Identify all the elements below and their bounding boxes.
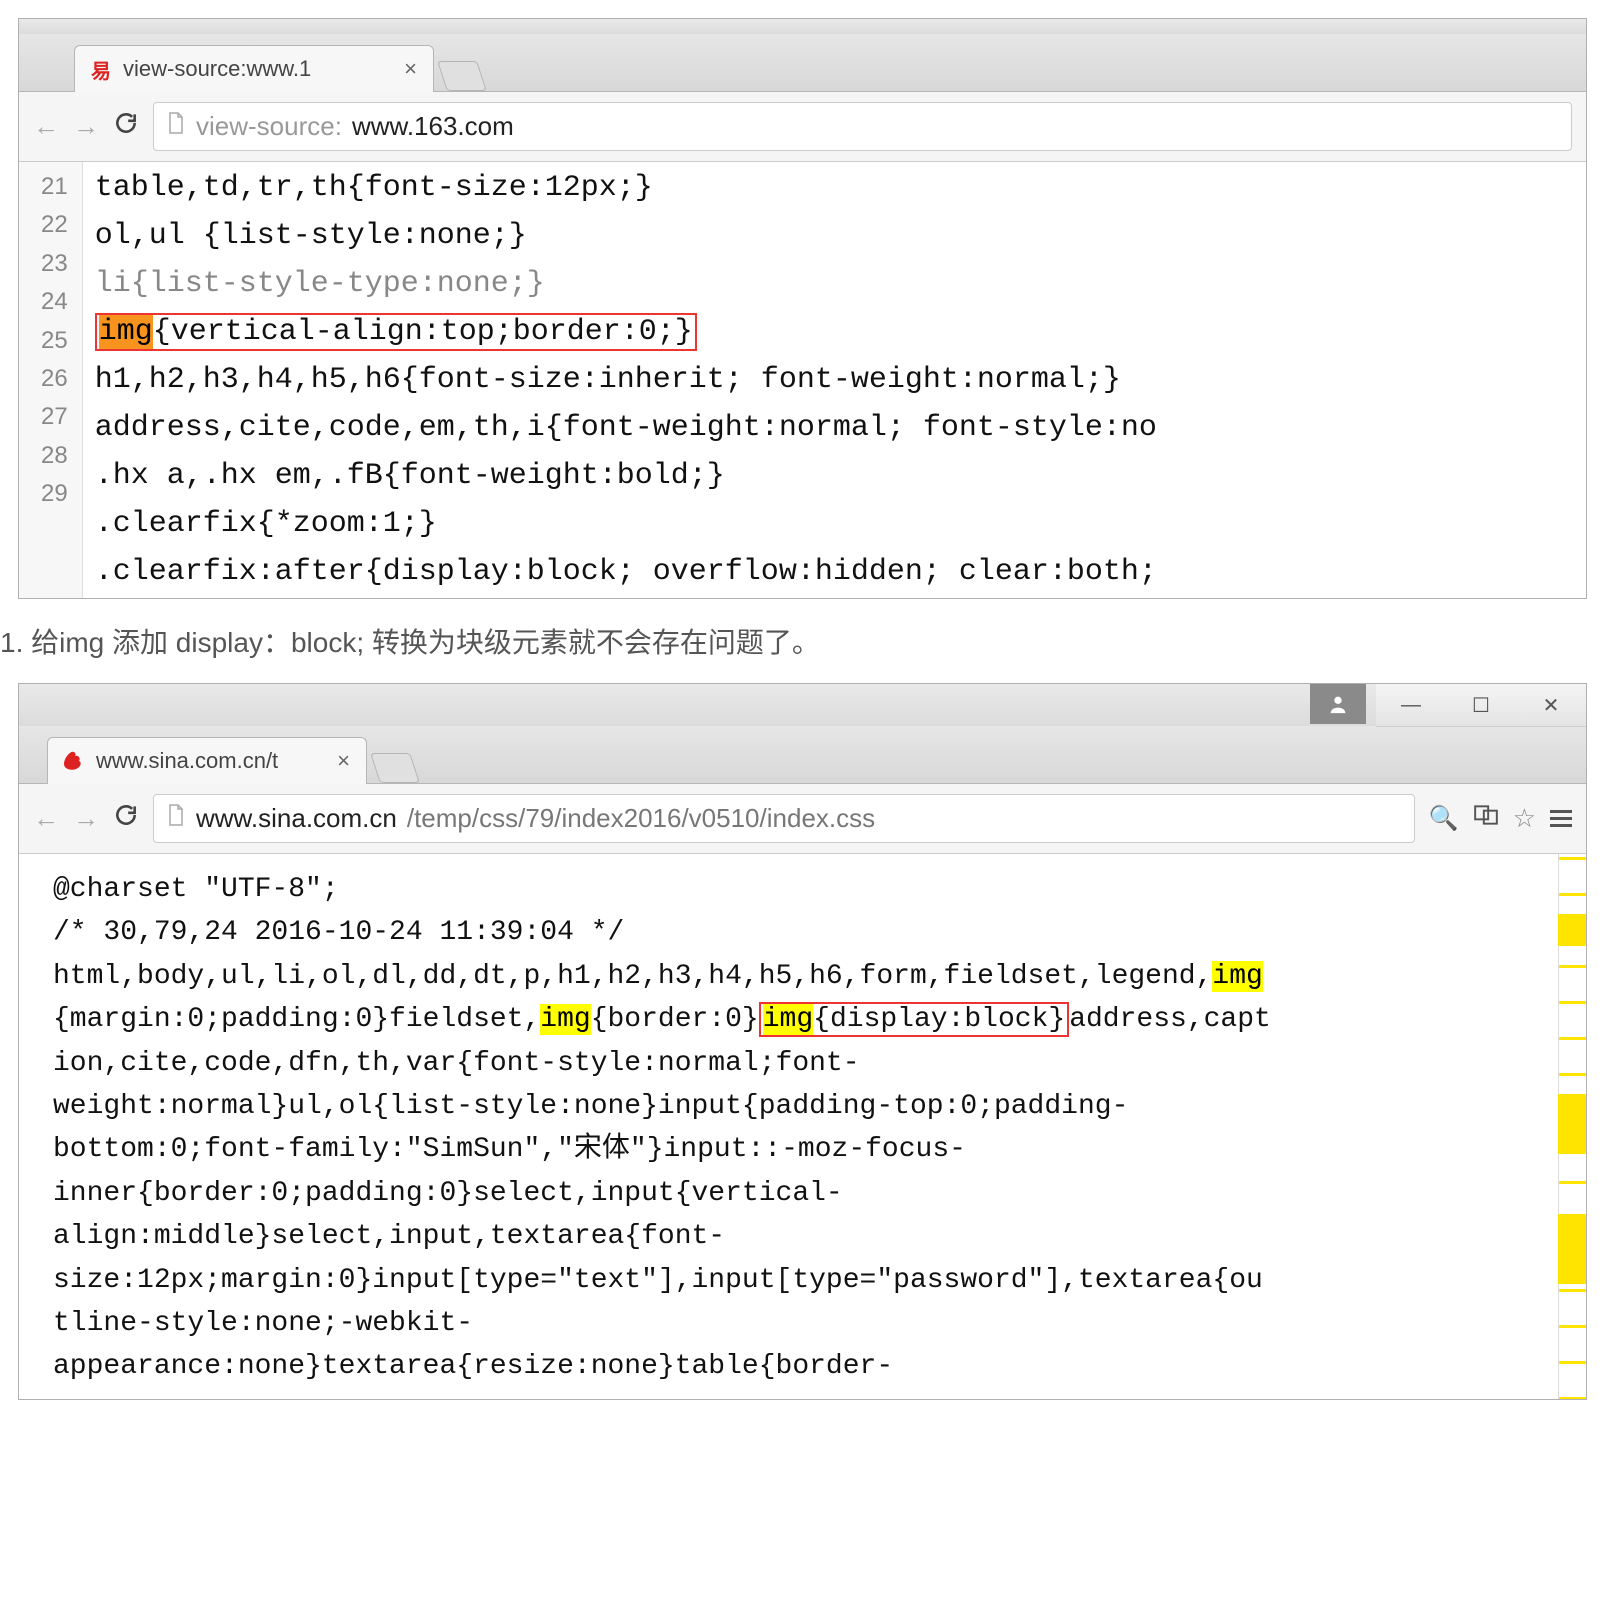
code-line-25: h1,h2,h3,h4,h5,h6{font-size:inherit; fon…: [93, 356, 1159, 404]
code-line-24: img{vertical-align:top;border:0;}: [93, 308, 1159, 356]
source-code[interactable]: table,td,tr,th{font-size:12px;} ol,ul {l…: [83, 162, 1169, 598]
toolbar: ← → www.sina.com.cn/temp/css/79/index201…: [19, 784, 1586, 854]
line-number-gutter: 21 22 23 24 25 26 27 28 29: [19, 162, 83, 598]
titlebar: [19, 19, 1586, 34]
toolbar: ← → view-source: www.163.com: [19, 92, 1586, 162]
back-button[interactable]: ←: [33, 803, 59, 834]
minimap-highlight: [1558, 1094, 1586, 1154]
css-line: weight:normal}ul,ol{list-style:none}inpu…: [53, 1085, 1552, 1128]
css-line: size:12px;margin:0}input[type="text"],in…: [53, 1259, 1552, 1302]
new-tab-button[interactable]: [437, 61, 487, 91]
close-tab-icon[interactable]: ×: [404, 56, 417, 82]
minimize-button[interactable]: —: [1376, 684, 1446, 726]
code-line-23: li{list-style-type:none;}: [93, 260, 1159, 308]
highlight-box-1: img{vertical-align:top;border:0;}: [95, 313, 697, 351]
browser-tab[interactable]: www.sina.com.cn/t ×: [47, 737, 367, 784]
minimap-highlight: [1558, 1214, 1586, 1284]
css-line: appearance:none}textarea{resize:none}tab…: [53, 1345, 1552, 1388]
code-line-21: table,td,tr,th{font-size:12px;}: [93, 164, 1159, 212]
css-line: ion,cite,code,dfn,th,var{font-style:norm…: [53, 1042, 1552, 1085]
css-line: {margin:0;padding:0}fieldset,img{border:…: [53, 998, 1552, 1041]
maximize-button[interactable]: ☐: [1446, 684, 1516, 726]
css-line: bottom:0;font-family:"SimSun","宋体"}input…: [53, 1128, 1552, 1171]
bookmark-star-icon[interactable]: ☆: [1513, 803, 1536, 834]
reload-button[interactable]: [113, 110, 139, 143]
code-line-26: address,cite,code,em,th,i{font-weight:no…: [93, 404, 1159, 452]
match-img: img: [1212, 961, 1262, 992]
page-icon: [166, 111, 186, 142]
match-img-1: img: [99, 315, 153, 349]
reload-button[interactable]: [113, 802, 139, 835]
code-line-22: ol,ul {list-style:none;}: [93, 212, 1159, 260]
css-line: tline-style:none;-webkit-: [53, 1302, 1552, 1345]
code-line-27: .hx a,.hx em,.fB{font-weight:bold;}: [93, 452, 1159, 500]
tab-bar: www.sina.com.cn/t ×: [19, 726, 1586, 784]
address-bar[interactable]: www.sina.com.cn/temp/css/79/index2016/v0…: [153, 794, 1415, 843]
url-host: www.163.com: [352, 111, 514, 142]
browser-window-163: 易 view-source:www.1 × ← → view-source:ww…: [18, 18, 1587, 599]
favicon-sina-icon: [62, 749, 86, 773]
translate-icon[interactable]: [1473, 802, 1499, 835]
match-img: img: [763, 1004, 813, 1035]
css-line: inner{border:0;padding:0}select,input{ve…: [53, 1172, 1552, 1215]
window-controls: — ☐ ✕: [1376, 684, 1586, 727]
close-tab-icon[interactable]: ×: [337, 748, 350, 774]
new-tab-button[interactable]: [370, 753, 420, 783]
css-line: /* 30,79,24 2016-10-24 11:39:04 */: [53, 911, 1552, 954]
forward-button[interactable]: →: [73, 111, 99, 142]
browser-window-sina: — ☐ ✕ www.sina.com.cn/t × ← → www.sina.c…: [18, 683, 1587, 1400]
browser-tab[interactable]: 易 view-source:www.1 ×: [74, 45, 434, 92]
url-protocol: view-source:: [196, 111, 342, 142]
address-bar[interactable]: view-source: www.163.com: [153, 102, 1572, 151]
highlight-box-2: img{display:block}: [759, 1002, 1069, 1037]
page-icon: [166, 803, 186, 834]
caption-text: 1. 给img 添加 display：block; 转换为块级元素就不会存在问题…: [0, 599, 1605, 683]
css-line: html,body,ul,li,ol,dl,dd,dt,p,h1,h2,h3,h…: [53, 955, 1552, 998]
tab-bar: 易 view-source:www.1 ×: [19, 34, 1586, 92]
code-line-29: .clearfix:after{display:block; overflow:…: [93, 548, 1159, 596]
hamburger-menu-icon[interactable]: [1550, 810, 1572, 827]
match-img: img: [540, 1004, 590, 1035]
chrome-user-badge[interactable]: [1310, 684, 1366, 724]
back-button[interactable]: ←: [33, 111, 59, 142]
forward-button[interactable]: →: [73, 803, 99, 834]
toolbar-right: 🔍 ☆: [1429, 802, 1572, 835]
css-line: @charset "UTF-8";: [53, 868, 1552, 911]
minimap-highlight: [1558, 914, 1586, 946]
css-line: align:middle}select,input,textarea{font-: [53, 1215, 1552, 1258]
url-host: www.sina.com.cn: [196, 803, 397, 834]
zoom-icon[interactable]: 🔍: [1429, 804, 1459, 833]
favicon-163-icon: 易: [89, 57, 113, 81]
close-window-button[interactable]: ✕: [1516, 684, 1586, 726]
url-path: /temp/css/79/index2016/v0510/index.css: [407, 803, 875, 834]
view-source-pane: 21 22 23 24 25 26 27 28 29 table,td,tr,t…: [19, 162, 1586, 598]
tab-title: www.sina.com.cn/t: [96, 748, 327, 774]
code-line-28: .clearfix{*zoom:1;}: [93, 500, 1159, 548]
css-content[interactable]: @charset "UTF-8"; /* 30,79,24 2016-10-24…: [19, 854, 1586, 1399]
tab-title: view-source:www.1: [123, 56, 394, 82]
